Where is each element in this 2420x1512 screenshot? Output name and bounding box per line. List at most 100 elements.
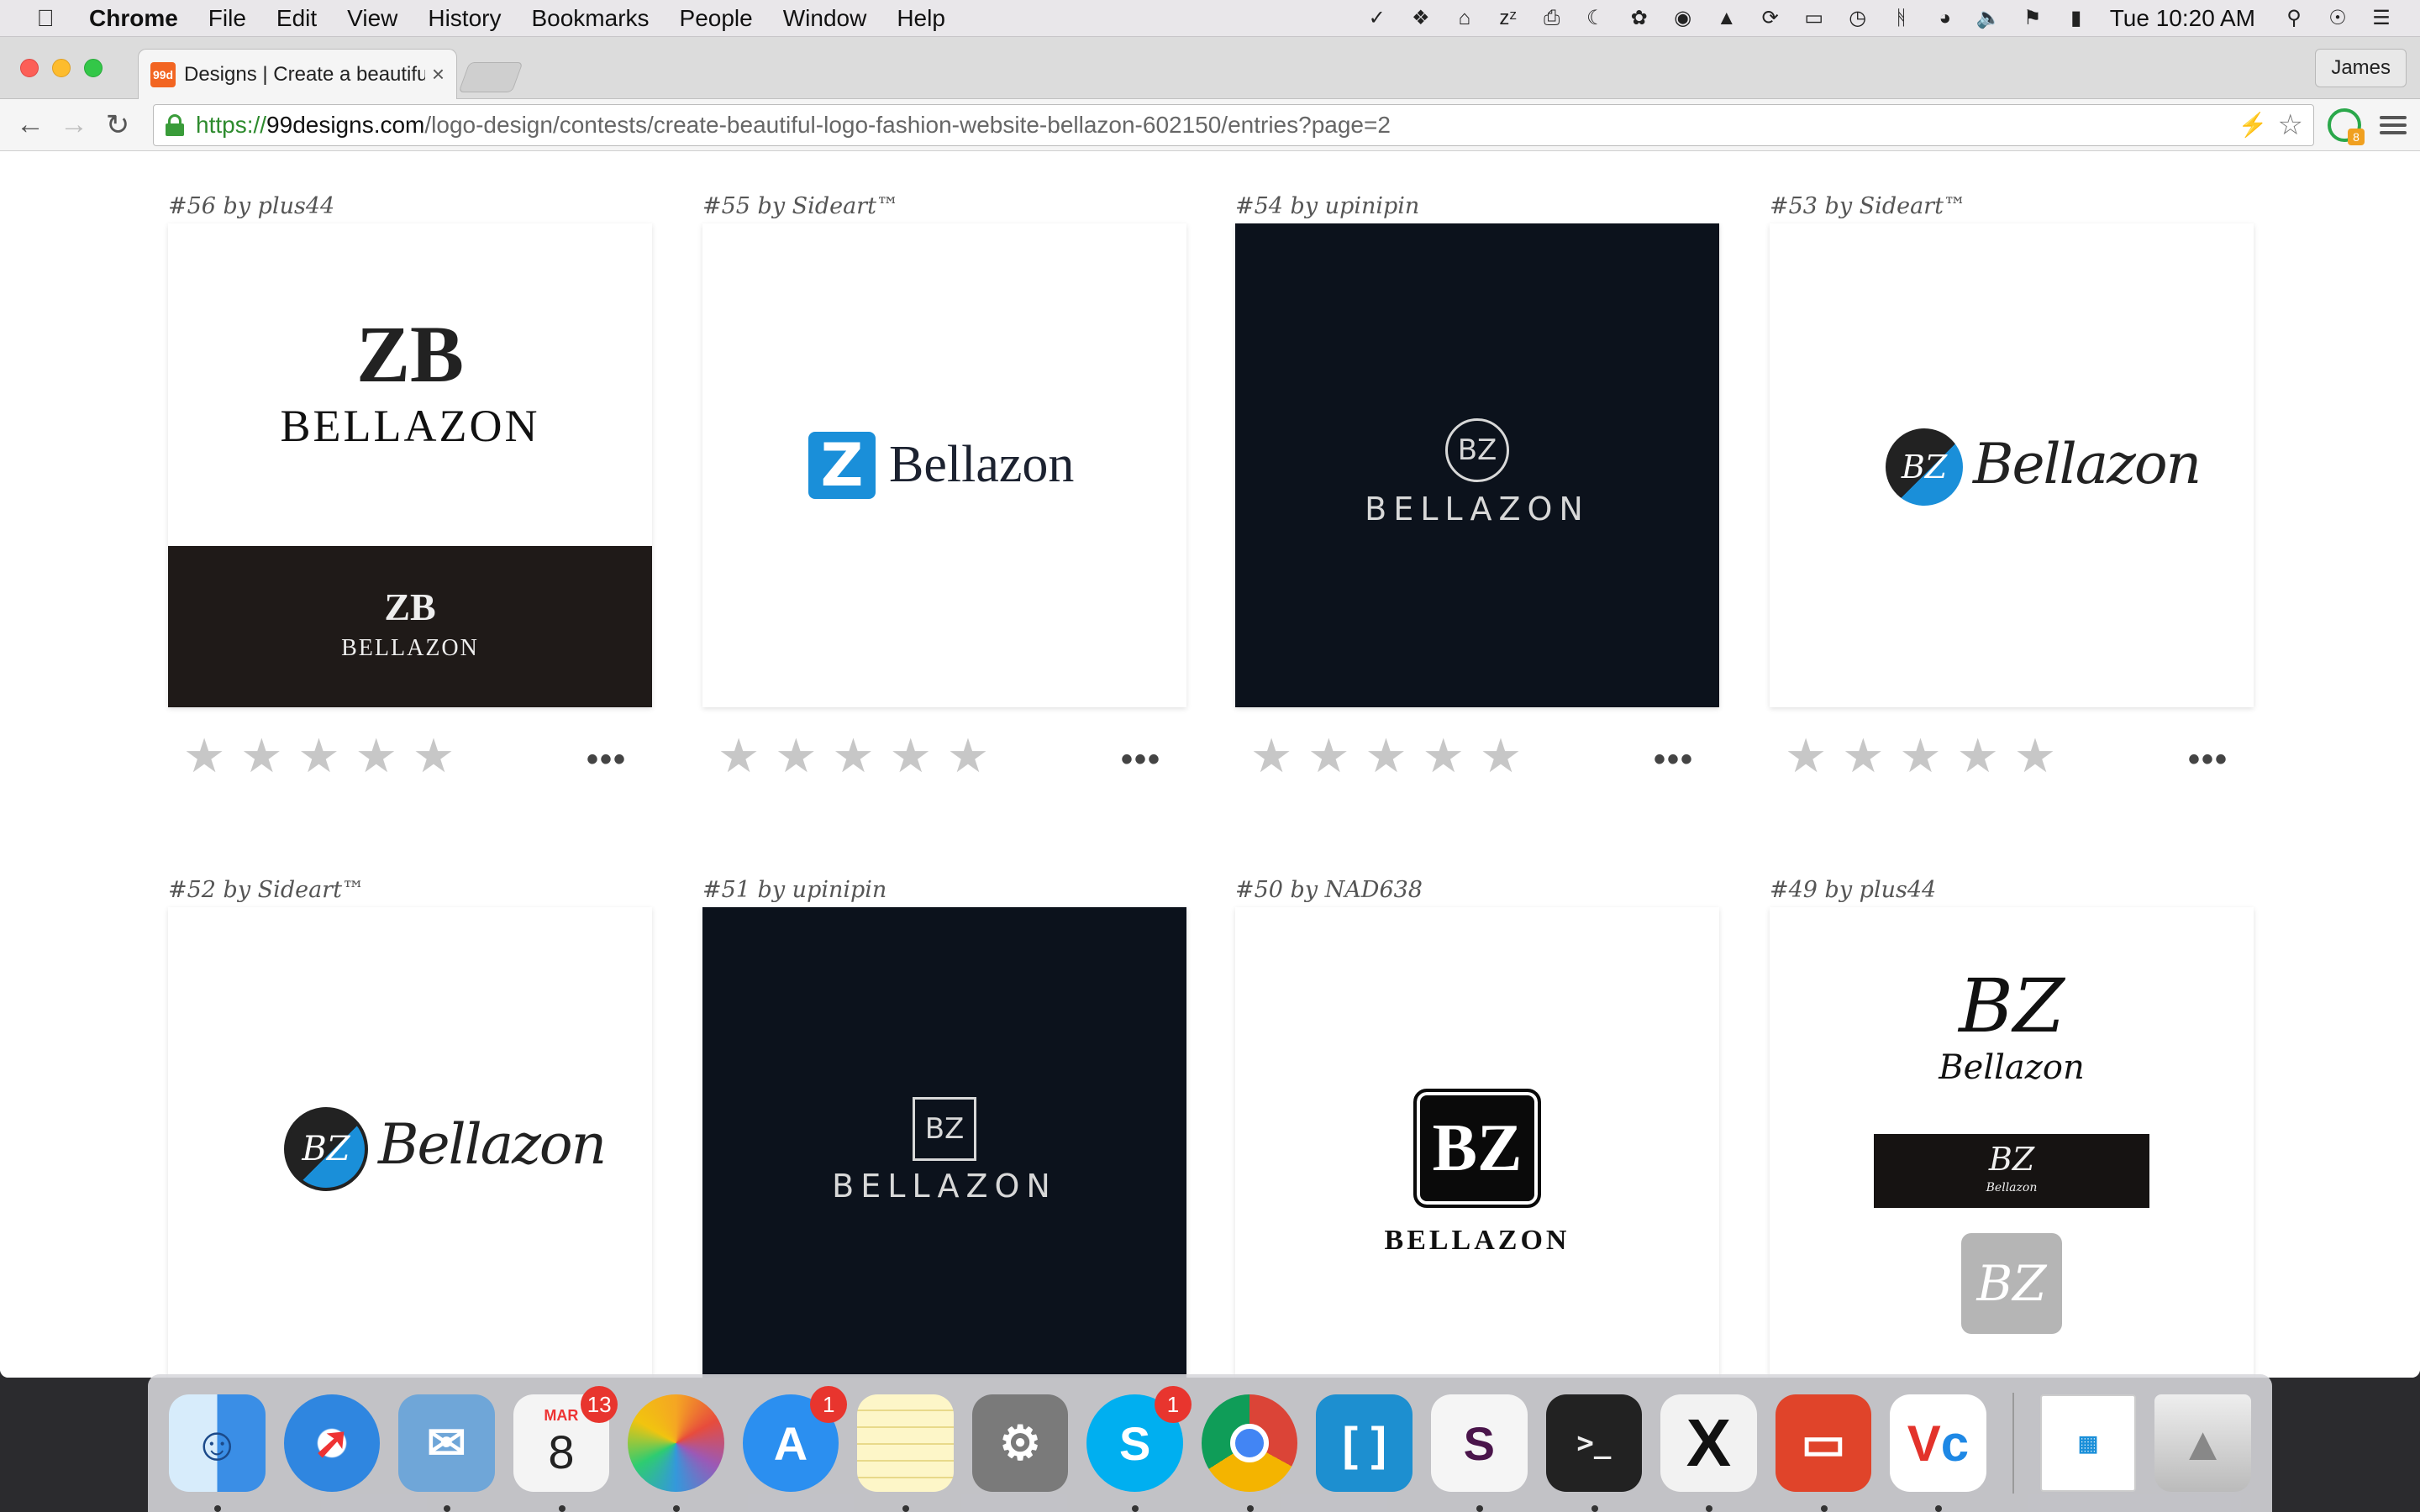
user-icon[interactable]: ☉ bbox=[2321, 6, 2354, 31]
home-icon[interactable]: ⌂ bbox=[1448, 6, 1481, 31]
menu-help[interactable]: Help bbox=[881, 5, 960, 32]
star-icon[interactable]: ★ bbox=[2014, 732, 2056, 780]
drive-icon[interactable]: ▲ bbox=[1710, 6, 1744, 31]
reload-icon[interactable]: ↻ bbox=[101, 108, 134, 142]
star-rating[interactable]: ★ ★ ★ ★ ★ ••• bbox=[702, 732, 1186, 780]
paw-icon[interactable]: ✿ bbox=[1623, 6, 1656, 31]
dock-finder-icon[interactable]: ☺ bbox=[169, 1394, 266, 1512]
dock-app-store-icon[interactable]: A1 bbox=[742, 1386, 848, 1492]
menu-view[interactable]: View bbox=[332, 5, 413, 32]
clock[interactable]: Tue 10:20 AM bbox=[2110, 5, 2255, 32]
star-icon[interactable]: ★ bbox=[832, 732, 874, 780]
profile-button[interactable]: James bbox=[2315, 49, 2407, 87]
url-text[interactable]: https://99designs.com/logo-design/contes… bbox=[196, 112, 2228, 139]
circle-icon[interactable]: ◉ bbox=[1666, 6, 1700, 31]
bluetooth-icon[interactable]: ᚻ bbox=[1885, 6, 1918, 31]
star-icon[interactable]: ★ bbox=[183, 732, 225, 780]
entry-thumbnail[interactable]: ZB BELLAZON ZB BELLAZON bbox=[168, 223, 652, 707]
entry-thumbnail[interactable]: Z Bellazon bbox=[702, 223, 1186, 707]
sync-icon[interactable]: ⟳ bbox=[1754, 6, 1787, 31]
close-window-button[interactable] bbox=[20, 59, 39, 77]
dock-document-icon[interactable]: ▦ bbox=[2039, 1394, 2137, 1492]
entry-caption[interactable]: #54 by upinipin bbox=[1235, 193, 1719, 223]
zoom-window-button[interactable] bbox=[84, 59, 103, 77]
dock-mail-icon[interactable]: ✉ bbox=[398, 1394, 495, 1512]
dock-brackets-icon[interactable]: [ ] bbox=[1316, 1394, 1413, 1492]
entry-caption[interactable]: #49 by plus44 bbox=[1770, 877, 2254, 907]
star-icon[interactable]: ★ bbox=[718, 732, 760, 780]
menu-file[interactable]: File bbox=[193, 5, 261, 32]
entry-caption[interactable]: #55 by Sideart™ bbox=[702, 193, 1186, 223]
dock-x11-icon[interactable]: X bbox=[1660, 1394, 1757, 1512]
more-options-icon[interactable]: ••• bbox=[1654, 741, 1694, 779]
star-icon[interactable]: ★ bbox=[297, 732, 339, 780]
star-rating[interactable]: ★ ★ ★ ★ ★ ••• bbox=[1770, 732, 2254, 780]
entry-caption[interactable]: #51 by upinipin bbox=[702, 877, 1186, 907]
battery-icon[interactable]: ▮ bbox=[2060, 6, 2093, 31]
wifi-icon[interactable]: ◕ bbox=[1928, 6, 1962, 31]
dock-vnc-viewer-icon[interactable]: Vc bbox=[1890, 1394, 1986, 1512]
menu-edit[interactable]: Edit bbox=[261, 5, 332, 32]
menu-history[interactable]: History bbox=[413, 5, 516, 32]
star-icon[interactable]: ★ bbox=[890, 732, 932, 780]
dropbox-icon[interactable]: ❖ bbox=[1404, 6, 1438, 31]
star-icon[interactable]: ★ bbox=[775, 732, 817, 780]
star-icon[interactable]: ★ bbox=[1785, 732, 1827, 780]
airplay-icon[interactable]: ▭ bbox=[1797, 6, 1831, 31]
star-rating[interactable]: ★ ★ ★ ★ ★ ••• bbox=[1235, 732, 1719, 780]
spotlight-icon[interactable]: ⚲ bbox=[2277, 6, 2311, 31]
star-icon[interactable]: ★ bbox=[240, 732, 282, 780]
dock-system-preferences-icon[interactable]: ⚙ bbox=[971, 1394, 1069, 1492]
lock-icon[interactable] bbox=[164, 113, 186, 136]
menu-people[interactable]: People bbox=[665, 5, 768, 32]
star-icon[interactable]: ★ bbox=[1899, 732, 1941, 780]
star-rating[interactable]: ★ ★ ★ ★ ★ ••• bbox=[168, 732, 652, 780]
time-machine-icon[interactable]: ◷ bbox=[1841, 6, 1875, 31]
more-options-icon[interactable]: ••• bbox=[2188, 741, 2228, 779]
dock-trash-icon[interactable]: ▲ bbox=[2154, 1394, 2251, 1492]
moon-icon[interactable]: ☾ bbox=[1579, 6, 1612, 31]
entry-thumbnail[interactable]: BZ BELLAZON bbox=[1235, 907, 1719, 1378]
star-icon[interactable]: ★ bbox=[1307, 732, 1349, 780]
dock-skype-icon[interactable]: S1 bbox=[1086, 1386, 1192, 1512]
address-bar[interactable]: https://99designs.com/logo-design/contes… bbox=[153, 103, 2314, 146]
dock-slack-icon[interactable]: S bbox=[1431, 1394, 1528, 1512]
star-icon[interactable]: ★ bbox=[413, 732, 455, 780]
tab-designs[interactable]: 99d Designs | Create a beautifu × bbox=[138, 49, 457, 99]
printer-icon[interactable]: ⎙ bbox=[1535, 6, 1569, 31]
dock-photos-icon[interactable] bbox=[628, 1394, 724, 1512]
star-icon[interactable]: ★ bbox=[1480, 732, 1522, 780]
more-options-icon[interactable]: ••• bbox=[587, 741, 627, 779]
star-icon[interactable]: ★ bbox=[1842, 732, 1884, 780]
entry-caption[interactable]: #50 by NAD638 bbox=[1235, 877, 1719, 907]
volume-icon[interactable]: 🔈 bbox=[1972, 6, 2006, 31]
entry-thumbnail[interactable]: BZ BELLAZON bbox=[702, 907, 1186, 1378]
menu-app-chrome[interactable]: Chrome bbox=[69, 5, 193, 32]
dock-chrome-icon[interactable] bbox=[1201, 1394, 1298, 1512]
notification-center-icon[interactable]: ☰ bbox=[2365, 6, 2398, 31]
apple-menu-icon[interactable]:  bbox=[22, 5, 69, 32]
tab-close-icon[interactable]: × bbox=[432, 61, 445, 87]
checkmark-icon[interactable]: ✓ bbox=[1360, 6, 1394, 31]
entry-caption[interactable]: #52 by Sideart™ bbox=[168, 877, 652, 907]
entry-thumbnail[interactable]: BZ Bellazon BZ Bellazon BZ bbox=[1770, 907, 2254, 1378]
star-icon[interactable]: ★ bbox=[355, 732, 397, 780]
sleep-icon[interactable]: zᶻ bbox=[1491, 6, 1525, 31]
star-icon[interactable]: ★ bbox=[1423, 732, 1465, 780]
flag-icon[interactable]: ⚑ bbox=[2016, 6, 2049, 31]
entry-caption[interactable]: #56 by plus44 bbox=[168, 193, 652, 223]
star-icon[interactable]: ★ bbox=[1957, 732, 1999, 780]
new-tab-button[interactable] bbox=[458, 62, 523, 92]
grammarly-extension-icon[interactable]: 8 bbox=[2328, 108, 2365, 145]
dock-terminal-icon[interactable]: >_ bbox=[1545, 1394, 1643, 1512]
entry-thumbnail[interactable]: BZ BELLAZON bbox=[1235, 223, 1719, 707]
dock-safari-icon[interactable]: ➚ bbox=[283, 1394, 381, 1492]
menu-window[interactable]: Window bbox=[768, 5, 882, 32]
star-icon[interactable]: ★ bbox=[947, 732, 989, 780]
dock-notes-icon[interactable] bbox=[857, 1394, 954, 1512]
entry-thumbnail[interactable]: BZ Bellazon bbox=[168, 907, 652, 1378]
bookmark-star-icon[interactable]: ☆ bbox=[2278, 108, 2303, 142]
more-options-icon[interactable]: ••• bbox=[1121, 741, 1161, 779]
entry-thumbnail[interactable]: BZ Bellazon bbox=[1770, 223, 2254, 707]
dock-calendar-icon[interactable]: MAR 8 13 bbox=[513, 1386, 618, 1512]
